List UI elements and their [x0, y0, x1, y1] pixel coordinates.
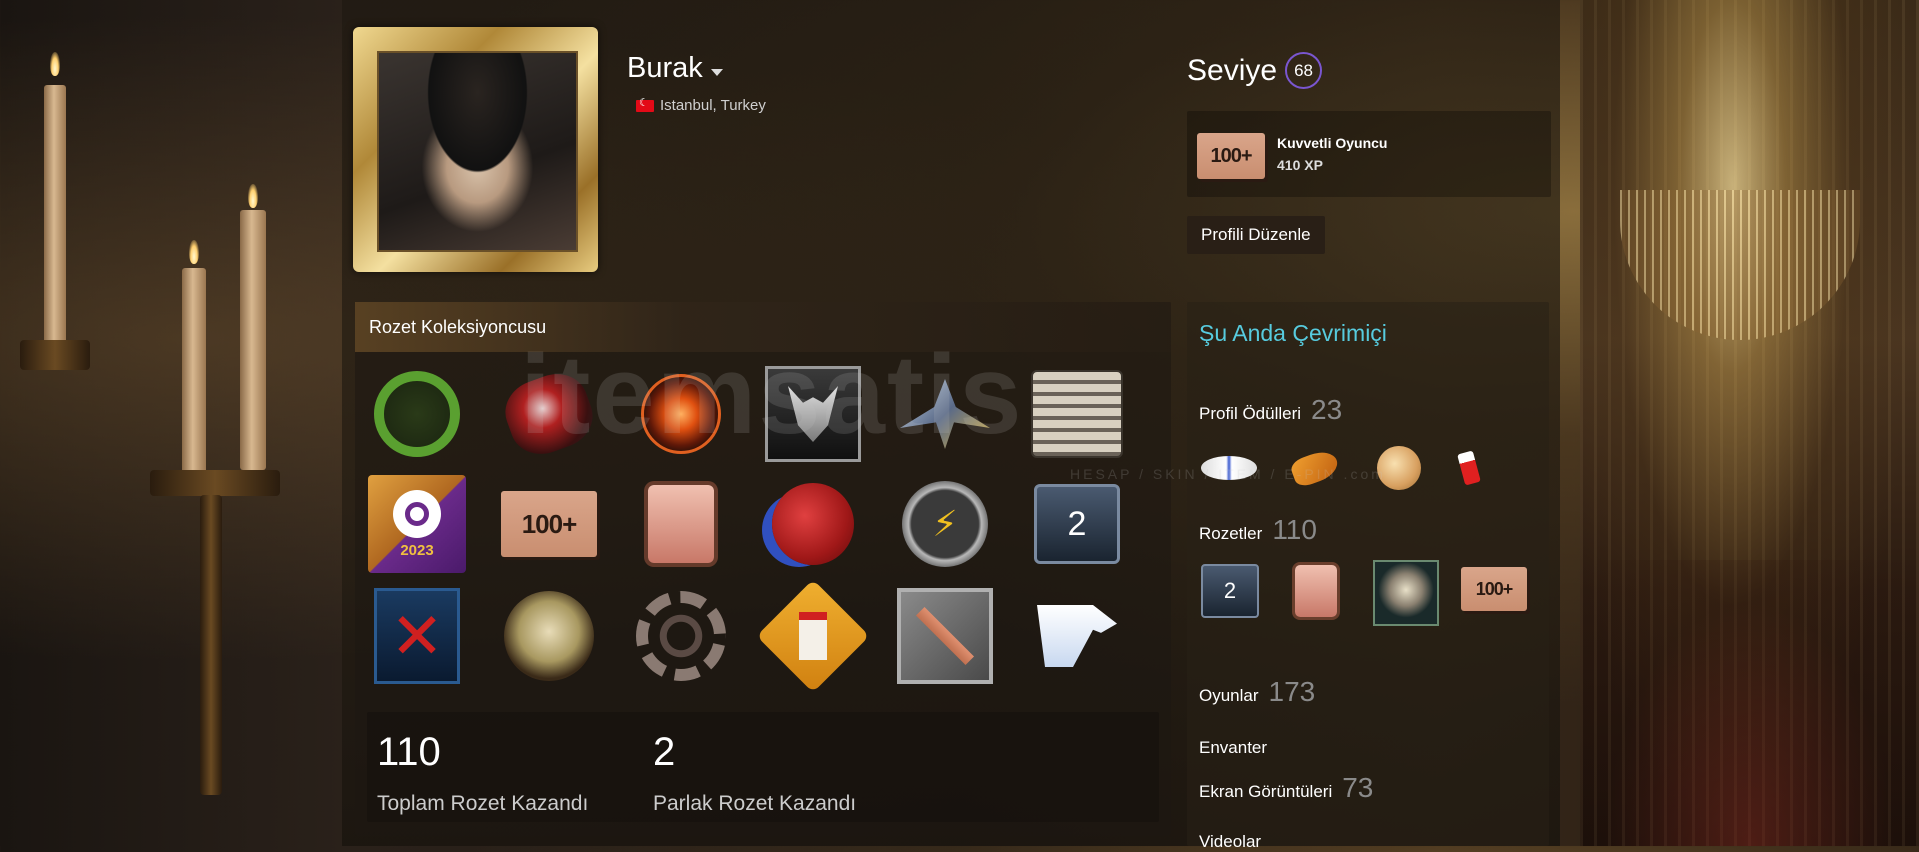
- badge-stats: 110 Toplam Rozet Kazandı 2 Parlak Rozet …: [367, 712, 1159, 822]
- camel-head-icon[interactable]: [1369, 442, 1429, 494]
- foil-badges-label: Parlak Rozet Kazandı: [653, 792, 857, 815]
- level-header: Seviye 68: [1187, 52, 1323, 89]
- games-label: Oyunlar: [1199, 686, 1259, 705]
- profile-rewards-count: 23: [1311, 394, 1343, 425]
- crystal-orb-icon: [496, 364, 602, 464]
- winged-badge-icon[interactable]: [1199, 442, 1259, 494]
- turkey-flag-icon: [636, 96, 654, 112]
- level-100-plus-icon: 100+: [1197, 133, 1265, 179]
- featured-badge-xp: 410 XP: [1277, 157, 1323, 173]
- wax-seal-icon: [772, 483, 854, 565]
- badge-slot[interactable]: [895, 364, 995, 464]
- badges-count: 110: [1272, 514, 1317, 545]
- badge-slot[interactable]: [763, 364, 863, 464]
- featured-badge-name: Kuvvetli Oyuncu: [1277, 135, 1388, 151]
- featured-badge[interactable]: 100+ Kuvvetli Oyuncu 410 XP: [1187, 111, 1551, 197]
- level-100-plus-icon: 100+: [501, 491, 597, 557]
- badge-number: 2: [1067, 504, 1087, 543]
- profile-rewards-label: Profil Ödülleri: [1199, 404, 1302, 423]
- chevron-down-icon: [710, 69, 723, 76]
- avatar: [377, 51, 578, 252]
- magic-circle-icon: [641, 374, 721, 454]
- spaceship-icon: [900, 379, 990, 449]
- badge-slot[interactable]: [1027, 586, 1127, 686]
- steampunk-mask-icon: [504, 591, 594, 681]
- badge-number: 2: [1223, 578, 1237, 603]
- orange-fish-icon[interactable]: [1285, 442, 1345, 494]
- badge-slot[interactable]: [1027, 364, 1127, 464]
- profile-page: Burak Istanbul, Turkey Seviye 68 100+ Ku…: [342, 0, 1560, 851]
- badge-grid: 2023 100+ ⚡ 2 ✕: [367, 364, 1157, 724]
- crossed-card-icon: ✕: [374, 588, 460, 684]
- badge-year-label: 2023: [400, 541, 434, 559]
- chandelier-background: [1580, 0, 1919, 846]
- profile-name-dropdown[interactable]: Burak: [627, 52, 723, 85]
- inventory-link[interactable]: Envanter: [1199, 738, 1267, 758]
- cash-register-icon: [1031, 370, 1123, 458]
- number-card-icon: 2: [1034, 484, 1120, 564]
- videos-link[interactable]: Videolar: [1199, 832, 1261, 852]
- badge-slot[interactable]: [631, 586, 731, 686]
- badge-slot[interactable]: [756, 579, 870, 693]
- gift-box-icon: [648, 485, 714, 563]
- profile-sidebar: Şu Anda Çevrimiçi Profil Ödülleri 23 Roz…: [1187, 302, 1549, 851]
- badge-slot[interactable]: [763, 474, 863, 574]
- showcase-title: Rozet Koleksiyoncusu: [355, 302, 1171, 352]
- profile-rewards-link[interactable]: Profil Ödülleri 23: [1199, 394, 1342, 426]
- laurel-wreath-icon: [374, 371, 460, 457]
- wolf-medallion-icon: [765, 366, 861, 462]
- gear-wheel-icon: [636, 591, 726, 681]
- badge-collector-showcase: Rozet Koleksiyoncusu 2023 100+ ⚡ 2 ✕ 110…: [355, 302, 1171, 836]
- badges-link[interactable]: Rozetler 110: [1199, 514, 1317, 546]
- badge-slot[interactable]: [631, 364, 731, 464]
- badge-slot[interactable]: [499, 586, 599, 686]
- screenshots-link[interactable]: Ekran Görüntüleri 73: [1199, 772, 1373, 804]
- background-scene: [0, 0, 342, 846]
- milk-carton-sign-icon: [756, 579, 870, 693]
- level-100-plus-icon: 100+: [1461, 567, 1527, 611]
- badge-slot[interactable]: [496, 364, 602, 464]
- lightning-coin-icon: ⚡: [902, 481, 988, 567]
- eagle-head-icon: [1037, 605, 1117, 667]
- total-badges-label: Toplam Rozet Kazandı: [377, 792, 589, 815]
- total-badges-count: 110: [377, 730, 441, 774]
- steam-2023-icon: 2023: [368, 475, 466, 573]
- badge-slot[interactable]: 2023: [367, 474, 467, 574]
- hammer-icon: [897, 588, 993, 684]
- level-100-plus-badge[interactable]: 100+: [1459, 564, 1529, 614]
- badge-slot[interactable]: 100+: [499, 474, 599, 574]
- badge-slot[interactable]: ✕: [367, 586, 467, 686]
- badge-slot[interactable]: ⚡: [895, 474, 995, 574]
- profile-location: Istanbul, Turkey: [636, 96, 766, 114]
- level-label: Seviye: [1187, 53, 1278, 87]
- level-badge[interactable]: 68: [1285, 52, 1323, 89]
- games-link[interactable]: Oyunlar 173: [1199, 676, 1315, 708]
- badge-slot[interactable]: 2: [1027, 474, 1127, 574]
- badges-label: Rozetler: [1199, 524, 1263, 543]
- gift-box-icon[interactable]: [1285, 560, 1347, 622]
- red-bottle-icon[interactable]: [1449, 442, 1489, 494]
- location-text: Istanbul, Turkey: [660, 97, 766, 114]
- badge-slot[interactable]: [631, 474, 731, 574]
- profile-name: Burak: [627, 52, 703, 84]
- screenshots-label: Ekran Görüntüleri: [1199, 782, 1333, 801]
- badge-slot[interactable]: [895, 586, 995, 686]
- avatar-frame[interactable]: [353, 27, 598, 272]
- screenshots-count: 73: [1342, 772, 1374, 803]
- games-count: 173: [1268, 676, 1316, 707]
- skull-icon[interactable]: [1373, 560, 1439, 626]
- foil-badges-count: 2: [653, 730, 676, 774]
- edit-profile-button[interactable]: Profili Düzenle: [1187, 216, 1325, 254]
- badge-slot[interactable]: [367, 364, 467, 464]
- online-status: Şu Anda Çevrimiçi: [1199, 320, 1387, 346]
- number-card-icon[interactable]: 2: [1199, 560, 1261, 622]
